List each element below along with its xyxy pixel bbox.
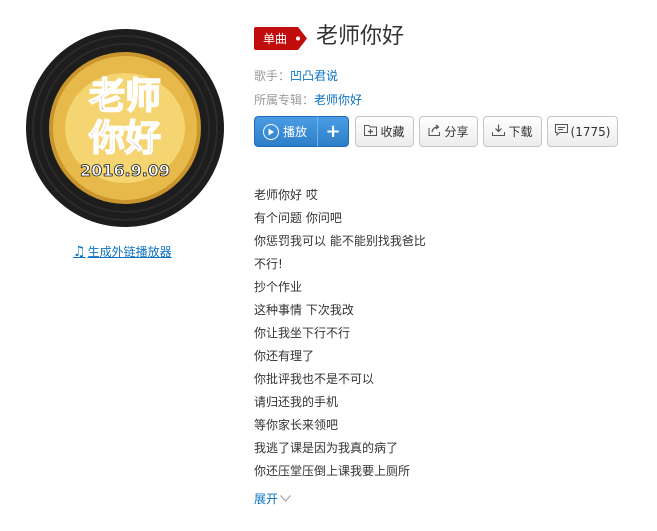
lyrics-block: 老师你好 哎 有个问题 你问吧 你惩罚我可以 能不能别找我爸比 不行! 抄个作业… bbox=[254, 184, 426, 483]
artist-label: 歌手： bbox=[254, 69, 291, 83]
outchain-label: 生成外链播放器 bbox=[87, 245, 172, 259]
cover-title-line1: 老师 bbox=[89, 76, 161, 117]
song-title: 老师你好 bbox=[316, 24, 405, 49]
download-icon bbox=[492, 124, 506, 140]
outchain-player-link[interactable]: ♫ 生成外链播放器 bbox=[73, 243, 172, 260]
play-icon bbox=[263, 123, 279, 140]
single-badge-label: 单曲 bbox=[263, 32, 287, 46]
album-cover: 老师 你好 2016.9.09 bbox=[25, 28, 225, 228]
album-link[interactable]: 老师你好 bbox=[314, 93, 362, 107]
favorite-button[interactable]: 收藏 bbox=[355, 116, 414, 147]
cover-date: 2016.9.09 bbox=[80, 161, 170, 180]
comment-icon bbox=[554, 123, 568, 140]
music-note-icon: ♫ bbox=[73, 243, 86, 260]
download-button[interactable]: 下载 bbox=[483, 116, 542, 147]
lyric-line: 你让我坐下行不行 bbox=[254, 326, 351, 340]
artist-link[interactable]: 凹凸君说 bbox=[290, 69, 338, 83]
expand-lyrics-button[interactable]: 展开 bbox=[254, 490, 291, 507]
comment-count: (1775) bbox=[570, 124, 611, 139]
expand-label: 展开 bbox=[254, 492, 279, 506]
lyric-line: 老师你好 哎 bbox=[254, 188, 318, 202]
comment-button[interactable]: (1775) bbox=[547, 116, 618, 147]
play-button[interactable]: 播放 bbox=[254, 116, 317, 147]
lyric-line: 我逃了课是因为我真的病了 bbox=[254, 441, 399, 455]
artist-row: 歌手：凹凸君说 bbox=[254, 67, 338, 84]
folder-add-icon bbox=[364, 124, 378, 140]
download-label: 下载 bbox=[508, 125, 533, 139]
album-label: 所属专辑： bbox=[254, 93, 315, 107]
lyric-line: 你还有理了 bbox=[254, 349, 315, 363]
chevron-down-icon bbox=[280, 495, 291, 502]
lyric-line: 有个问题 你问吧 bbox=[254, 211, 342, 225]
share-label: 分享 bbox=[444, 125, 469, 139]
add-to-playlist-button[interactable]: + bbox=[317, 116, 349, 147]
single-badge: 单曲 bbox=[254, 27, 307, 50]
share-button[interactable]: 分享 bbox=[419, 116, 478, 147]
lyric-line: 这种事情 下次我改 bbox=[254, 303, 354, 317]
lyric-line: 你批评我也不是不可以 bbox=[254, 372, 375, 386]
lyric-line: 请归还我的手机 bbox=[254, 395, 339, 409]
share-icon bbox=[428, 124, 441, 140]
cover-title-line2: 你好 bbox=[88, 118, 161, 159]
lyric-line: 等你家长来领吧 bbox=[254, 418, 339, 432]
lyric-line: 你惩罚我可以 能不能别找我爸比 bbox=[254, 234, 426, 248]
play-label: 播放 bbox=[283, 125, 308, 139]
lyric-line: 你还压堂压倒上课我要上厕所 bbox=[254, 464, 411, 478]
lyric-line: 抄个作业 bbox=[254, 280, 303, 294]
play-group: 播放 + bbox=[254, 116, 349, 147]
action-bar: 播放 + 收藏 分享 下载 (1775) bbox=[254, 116, 618, 147]
favorite-label: 收藏 bbox=[380, 125, 405, 139]
album-row: 所属专辑：老师你好 bbox=[254, 91, 362, 108]
lyric-line: 不行! bbox=[254, 257, 283, 271]
